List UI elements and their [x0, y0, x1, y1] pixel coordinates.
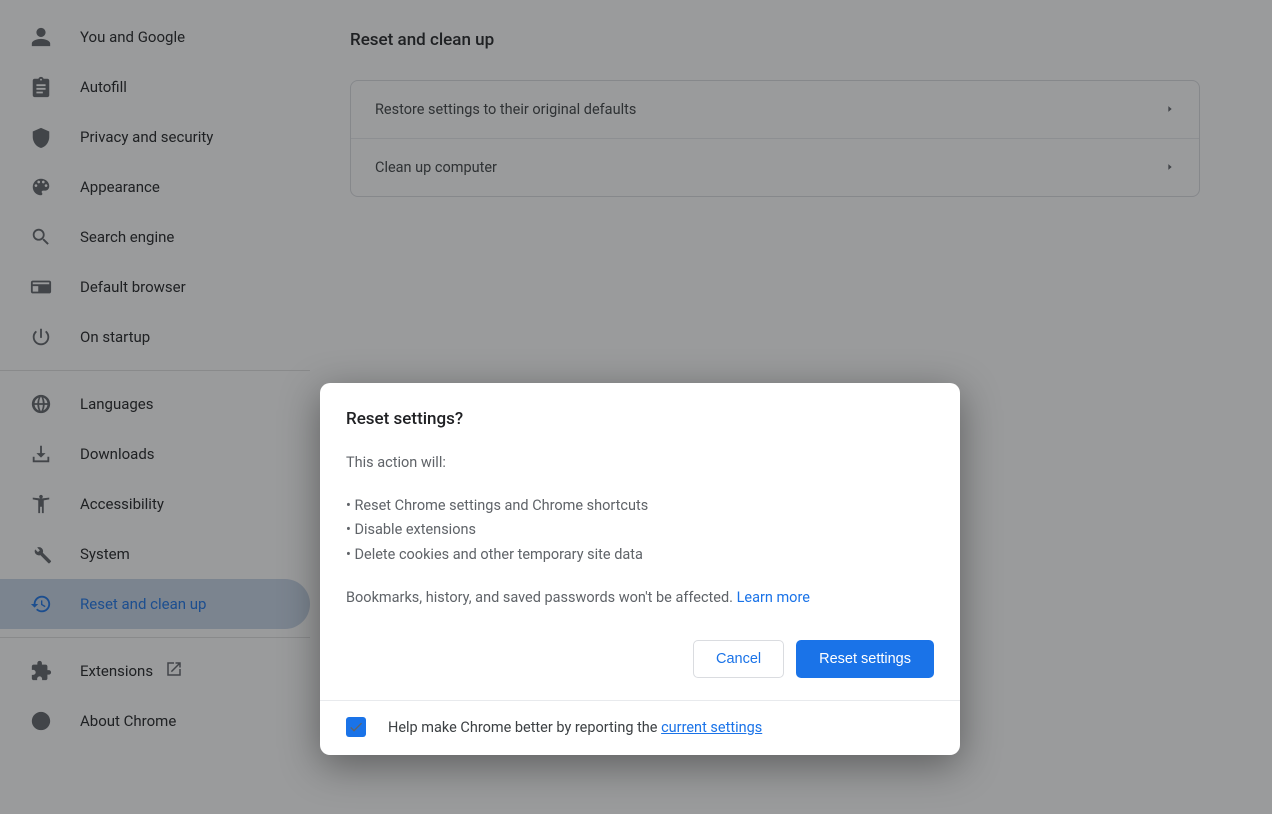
- dialog-bullet: • Disable extensions: [346, 518, 934, 543]
- learn-more-link[interactable]: Learn more: [733, 589, 810, 606]
- cancel-button[interactable]: Cancel: [693, 640, 784, 678]
- report-settings-checkbox[interactable]: [346, 717, 366, 737]
- dialog-intro: This action will:: [346, 451, 934, 476]
- reset-settings-dialog: Reset settings? This action will: • Rese…: [320, 383, 960, 755]
- dialog-bullet: • Reset Chrome settings and Chrome short…: [346, 494, 934, 519]
- dialog-note: Bookmarks, history, and saved passwords …: [346, 586, 934, 611]
- dialog-bullet: • Delete cookies and other temporary sit…: [346, 543, 934, 568]
- report-settings-label: Help make Chrome better by reporting the…: [388, 719, 762, 736]
- current-settings-link[interactable]: current settings: [661, 719, 762, 736]
- reset-settings-button[interactable]: Reset settings: [796, 640, 934, 678]
- dialog-title: Reset settings?: [346, 409, 934, 429]
- dialog-content: This action will: • Reset Chrome setting…: [346, 451, 934, 610]
